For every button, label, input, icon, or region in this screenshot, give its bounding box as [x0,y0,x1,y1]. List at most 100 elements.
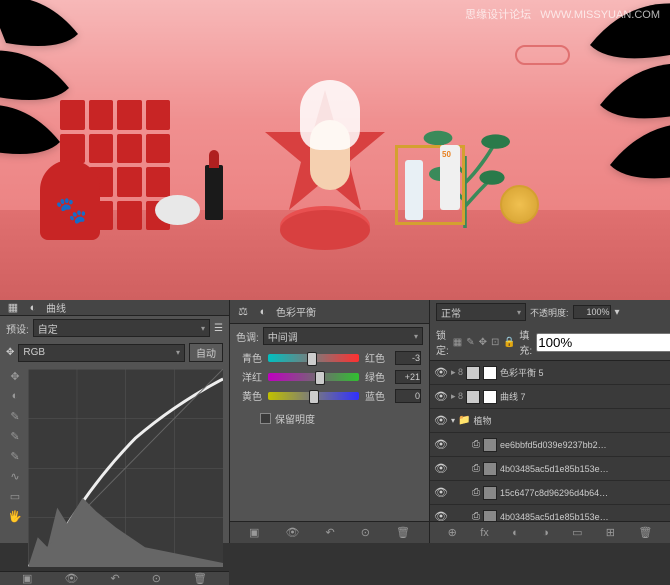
visibility-icon[interactable]: 👁 [434,486,448,499]
visibility-icon[interactable]: 👁 [434,366,448,379]
lock-art-icon[interactable]: ⊡ [491,337,499,348]
preset-label: 预设: [6,321,29,336]
layers-action-5[interactable]: ⊞ [606,526,615,539]
smart-icon: ⎙ [472,463,480,474]
slider-right-1: 绿色 [365,369,389,384]
curve-tool-6[interactable]: ▭ [8,489,22,503]
slider-val-0[interactable] [395,351,421,365]
design-canvas: 思缘设计论坛 WWW.MISSYUAN.COM [0,0,670,300]
layer-name: 色彩平衡 5 [500,366,666,379]
layers-bottom: ⊕ fx ◐ ◑ ▭ ⊞ 🗑 [430,521,670,543]
lock-brush-icon[interactable]: ✎ [466,337,474,348]
curve-graph[interactable] [28,369,223,567]
blend-dropdown[interactable]: 正常▾ [436,303,526,321]
visibility-icon[interactable]: 👁 [434,438,448,451]
adj-thumb [466,390,480,404]
slider-1[interactable] [268,373,359,381]
clip-icon[interactable]: ▣ [22,572,32,585]
layer-name: 4b03485ac5d1e85b153e… [500,512,666,522]
balance-tabs: ⚖ ◐ 色彩平衡 [230,300,429,324]
slider-0[interactable] [268,354,359,362]
layer-row[interactable]: 👁▾📁植物 [430,409,670,433]
panels: ▦ ◐ 曲线 预设: 自定▾ ☰ ✥ RGB▾ 自动 ✥ ◐ ✎ ✎ ✎ ∿ ▭ 🖐 ▣ 👁 … [0,300,670,543]
layer-row[interactable]: 👁⎙ee6bbfd5d039e9237bb2… [430,433,670,457]
chevron-down-icon[interactable]: ▾ [451,416,455,425]
layer-row[interactable]: 👁⎙15c6477c8d96296d4b64… [430,481,670,505]
layer-row[interactable]: 👁▸ 8色彩平衡 5 [430,361,670,385]
layers-action-4[interactable]: ▭ [572,526,582,539]
layer-name: 曲线 7 [500,390,666,403]
layer-name: 植物 [473,414,666,427]
gold-lamp [500,185,535,230]
preserve-lum-check[interactable]: 保留明度 [230,405,429,432]
watermark: 思缘设计论坛 WWW.MISSYUAN.COM [465,6,660,22]
curve-tool-5[interactable]: ∿ [8,469,22,483]
visibility-icon[interactable]: 👁 [434,414,448,427]
opacity-label: 不透明度: [530,306,569,319]
clip2-icon[interactable]: ▣ [249,526,259,539]
lock-label: 锁定: [436,327,449,357]
curve-tool-0[interactable]: ✥ [8,369,22,383]
balance-tab-label[interactable]: 色彩平衡 [276,304,316,319]
cream-tube [405,160,423,220]
trash2-icon[interactable]: 🗑 [396,526,410,539]
prev2-icon[interactable]: ⊙ [361,526,370,539]
layers-action-2[interactable]: ◐ [512,527,519,539]
spf-tube [440,145,460,210]
layers-action-0[interactable]: ⊕ [448,526,457,539]
curve-tool-3[interactable]: ✎ [8,429,22,443]
eye2-icon[interactable]: 👁 [285,526,299,539]
curve-tool-2[interactable]: ✎ [8,409,22,423]
slider-right-2: 蓝色 [365,388,389,403]
layer-thumb [483,438,497,452]
curve-tool-4[interactable]: ✎ [8,449,22,463]
eyedrop-icon[interactable]: ✥ [6,347,14,358]
layer-row[interactable]: 👁▸ 8 曲线 7 [430,385,670,409]
layer-row[interactable]: 👁 ⎙ 4b03485ac5d1e85b153e… [430,505,670,521]
curve-tool-7[interactable]: 🖐 [8,509,22,523]
reset2-icon[interactable]: ↶ [325,526,334,539]
slider-val-2[interactable] [395,389,421,403]
prev-icon[interactable]: ⊙ [152,572,161,585]
layer-row[interactable]: 👁⎙4b03485ac5d1e85b153e… [430,457,670,481]
layer-list[interactable]: 👁▸ 8色彩平衡 5👁▸ 8曲线 7👁▾📁植物👁⎙ee6bbfd5d039e92… [430,361,670,521]
fill-input[interactable] [536,333,670,352]
layers-action-3[interactable]: ◑ [542,527,549,539]
auto-button[interactable]: 自动 [189,343,223,362]
visibility-icon[interactable]: 👁 [434,462,448,475]
wm-url: WWW.MISSYUAN.COM [540,9,660,21]
trash-icon[interactable]: 🗑 [193,572,207,585]
adj-icon[interactable]: ◐ [26,301,40,315]
visibility-icon[interactable]: 👁 [434,390,448,403]
curves-icon[interactable]: ▦ [6,301,20,315]
curve-tool-1[interactable]: ◐ [8,389,22,403]
layer-thumb [483,486,497,500]
face-mask [300,80,360,150]
preset-dropdown[interactable]: 自定▾ [33,319,210,337]
adj2-icon[interactable]: ◐ [256,305,270,319]
lock-pixels-icon[interactable]: ▦ [453,337,462,348]
fill-label: 填充: [519,327,532,357]
visibility-icon[interactable]: 👁 [434,510,448,521]
smart-icon: ⎙ [472,439,480,450]
channel-dropdown[interactable]: RGB▾ [18,344,185,362]
eye-icon[interactable]: 👁 [64,572,78,585]
opacity-input[interactable] [573,305,611,319]
slider-left-2: 黄色 [238,388,262,403]
layers-action-1[interactable]: fx [480,527,489,539]
reset-icon[interactable]: ↶ [110,572,119,585]
leaf-tr [510,0,670,185]
lock-move-icon[interactable]: ✥ [479,337,487,348]
slider-val-1[interactable] [395,370,421,384]
mask-thumb [483,390,497,404]
menu-icon[interactable]: ☰ [214,323,223,334]
slider-2[interactable] [268,392,359,400]
lock-all-icon[interactable]: 🔒 [503,337,515,348]
smart-icon: ⎙ [472,511,480,521]
tone-dropdown[interactable]: 中间调▾ [263,327,423,345]
layers-action-6[interactable]: 🗑 [638,526,652,539]
link-icon: ▸ 8 [451,391,463,402]
wm-site: 思缘设计论坛 [465,9,531,21]
scale-icon[interactable]: ⚖ [236,305,250,319]
curves-tab-label[interactable]: 曲线 [46,300,66,315]
